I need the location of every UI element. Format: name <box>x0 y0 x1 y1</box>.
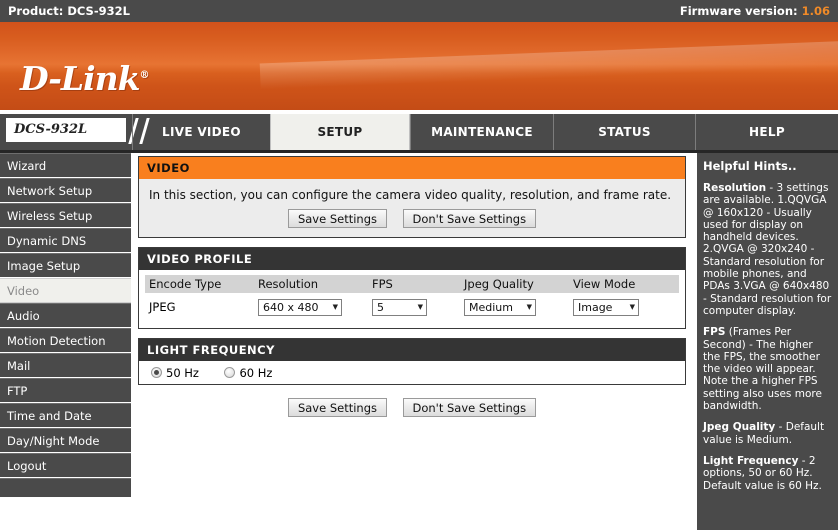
video-panel-body: In this section, you can configure the c… <box>139 179 685 237</box>
sidebar-item-time-and-date[interactable]: Time and Date <box>0 403 131 428</box>
video-panel-title: VIDEO <box>139 157 685 179</box>
cell-jpeg-quality: Medium ▼ <box>460 293 569 321</box>
product-label: Product: DCS-932L <box>8 4 130 18</box>
video-profile-title: VIDEO PROFILE <box>139 248 685 270</box>
light-frequency-body: 50 Hz 60 Hz <box>139 361 685 384</box>
video-panel: VIDEO In this section, you can configure… <box>138 156 686 238</box>
light-frequency-radio-group: 50 Hz 60 Hz <box>139 361 685 384</box>
resolution-select[interactable]: 640 x 480 ▼ <box>258 298 342 316</box>
main-navbar: DCS-932L LIVE VIDEO SETUP MAINTENANCE ST… <box>0 114 838 153</box>
video-description: In this section, you can configure the c… <box>149 188 672 202</box>
hint-jpeg-quality-heading: Jpeg Quality <box>703 421 776 434</box>
sidebar-item-day-night-mode[interactable]: Day/Night Mode <box>0 428 131 453</box>
firmware-value: 1.06 <box>801 4 830 18</box>
light-frequency-title: LIGHT FREQUENCY <box>139 339 685 361</box>
column-jpeg-quality: Jpeg Quality <box>460 275 569 293</box>
resolution-select-value: 640 x 480 <box>263 300 319 314</box>
sidebar-item-wireless-setup[interactable]: Wireless Setup <box>0 203 131 228</box>
radio-icon-50hz[interactable] <box>151 367 162 378</box>
tab-status[interactable]: STATUS <box>553 114 695 150</box>
cell-fps: 5 ▼ <box>368 293 460 321</box>
video-profile-panel: VIDEO PROFILE Encode Type Resolution FPS… <box>138 247 686 329</box>
brand-banner: D-Link® <box>0 22 838 110</box>
sidebar-item-logout[interactable]: Logout <box>0 453 131 478</box>
helpful-hints-panel: Helpful Hints.. Resolution - 3 settings … <box>697 153 838 530</box>
table-row: JPEG 640 x 480 ▼ 5 ▼ Medium ▼ Image ▼ <box>145 293 679 321</box>
dont-save-settings-button-top[interactable]: Don't Save Settings <box>402 209 537 228</box>
hint-jpeg-quality: Jpeg Quality - Default value is Medium. <box>703 421 832 446</box>
chevron-down-icon: ▼ <box>629 302 635 311</box>
column-view-mode: View Mode <box>569 275 679 293</box>
light-frequency-panel: LIGHT FREQUENCY 50 Hz 60 Hz <box>138 338 686 385</box>
cell-resolution: 640 x 480 ▼ <box>254 293 368 321</box>
fps-select-value: 5 <box>377 300 384 314</box>
firmware-label: Firmware version: <box>679 4 802 18</box>
jpeg-quality-select-value: Medium <box>469 300 513 314</box>
logo-text: D-Link <box>20 59 141 98</box>
bottom-action-buttons: Save Settings Don't Save Settings <box>138 398 686 417</box>
column-fps: FPS <box>368 275 460 293</box>
sidebar-item-wizard[interactable]: Wizard <box>0 153 131 178</box>
cell-encode-type: JPEG <box>149 300 176 314</box>
radio-label-60hz: 60 Hz <box>239 366 273 380</box>
column-resolution: Resolution <box>254 275 368 293</box>
hint-resolution: Resolution - 3 settings are available. 1… <box>703 182 832 317</box>
sidebar-footer-strip <box>0 478 131 497</box>
model-name-tab: DCS-932L <box>6 118 126 142</box>
video-profile-body: Encode Type Resolution FPS Jpeg Quality … <box>139 270 685 328</box>
sidebar-item-network-setup[interactable]: Network Setup <box>0 178 131 203</box>
tab-help[interactable]: HELP <box>695 114 838 150</box>
dlink-setup-page: Product: DCS-932L Firmware version: 1.06… <box>0 0 838 530</box>
tab-maintenance[interactable]: MAINTENANCE <box>410 114 553 150</box>
radio-option-50hz[interactable]: 50 Hz <box>151 366 199 380</box>
tab-setup[interactable]: SETUP <box>270 114 410 150</box>
chevron-down-icon: ▼ <box>417 302 423 311</box>
chevron-down-icon: ▼ <box>526 302 532 311</box>
firmware-version: Firmware version: 1.06 <box>680 4 830 18</box>
nav-tab-list: LIVE VIDEO SETUP MAINTENANCE STATUS HELP <box>132 114 838 150</box>
column-encode-type: Encode Type <box>145 275 254 293</box>
radio-option-60hz[interactable]: 60 Hz <box>224 366 272 380</box>
tab-live-video[interactable]: LIVE VIDEO <box>132 114 270 150</box>
sidebar-item-dynamic-dns[interactable]: Dynamic DNS <box>0 228 131 253</box>
save-settings-button-top[interactable]: Save Settings <box>287 209 387 228</box>
jpeg-quality-select[interactable]: Medium ▼ <box>464 298 536 316</box>
table-header-row: Encode Type Resolution FPS Jpeg Quality … <box>145 275 679 293</box>
sidebar-item-mail[interactable]: Mail <box>0 353 131 378</box>
radio-label-50hz: 50 Hz <box>166 366 199 380</box>
main-content: VIDEO In this section, you can configure… <box>138 156 686 417</box>
hint-light-frequency-heading: Light Frequency <box>703 454 799 467</box>
fps-select[interactable]: 5 ▼ <box>372 298 427 316</box>
hint-fps-heading: FPS <box>703 326 726 339</box>
hint-resolution-body: - 3 settings are available. 1.QQVGA @ 16… <box>703 182 832 317</box>
video-profile-table: Encode Type Resolution FPS Jpeg Quality … <box>145 275 679 321</box>
hint-resolution-heading: Resolution <box>703 182 767 194</box>
cell-view-mode: Image ▼ <box>569 293 679 321</box>
sidebar-item-motion-detection[interactable]: Motion Detection <box>0 328 131 353</box>
video-panel-buttons: Save Settings Don't Save Settings <box>147 209 677 228</box>
left-sidebar: Wizard Network Setup Wireless Setup Dyna… <box>0 153 131 497</box>
hint-light-frequency: Light Frequency - 2 options, 50 or 60 Hz… <box>703 455 832 492</box>
dlink-logo: D-Link® <box>20 59 150 98</box>
registered-mark: ® <box>139 70 150 81</box>
hint-fps-body: (Frames Per Second) - The higher the FPS… <box>703 326 822 413</box>
hint-fps: FPS (Frames Per Second) - The higher the… <box>703 326 832 412</box>
sidebar-item-video[interactable]: Video <box>0 278 131 303</box>
view-mode-select-value: Image <box>578 300 613 314</box>
hints-title: Helpful Hints.. <box>703 159 797 173</box>
view-mode-select[interactable]: Image ▼ <box>573 298 639 316</box>
sidebar-item-image-setup[interactable]: Image Setup <box>0 253 131 278</box>
sidebar-item-audio[interactable]: Audio <box>0 303 131 328</box>
chevron-down-icon: ▼ <box>332 302 338 311</box>
dont-save-settings-button-bottom[interactable]: Don't Save Settings <box>402 398 537 417</box>
radio-icon-60hz[interactable] <box>224 367 236 378</box>
save-settings-button-bottom[interactable]: Save Settings <box>287 398 387 417</box>
product-info-bar: Product: DCS-932L Firmware version: 1.06 <box>0 0 838 22</box>
sidebar-item-ftp[interactable]: FTP <box>0 378 131 403</box>
